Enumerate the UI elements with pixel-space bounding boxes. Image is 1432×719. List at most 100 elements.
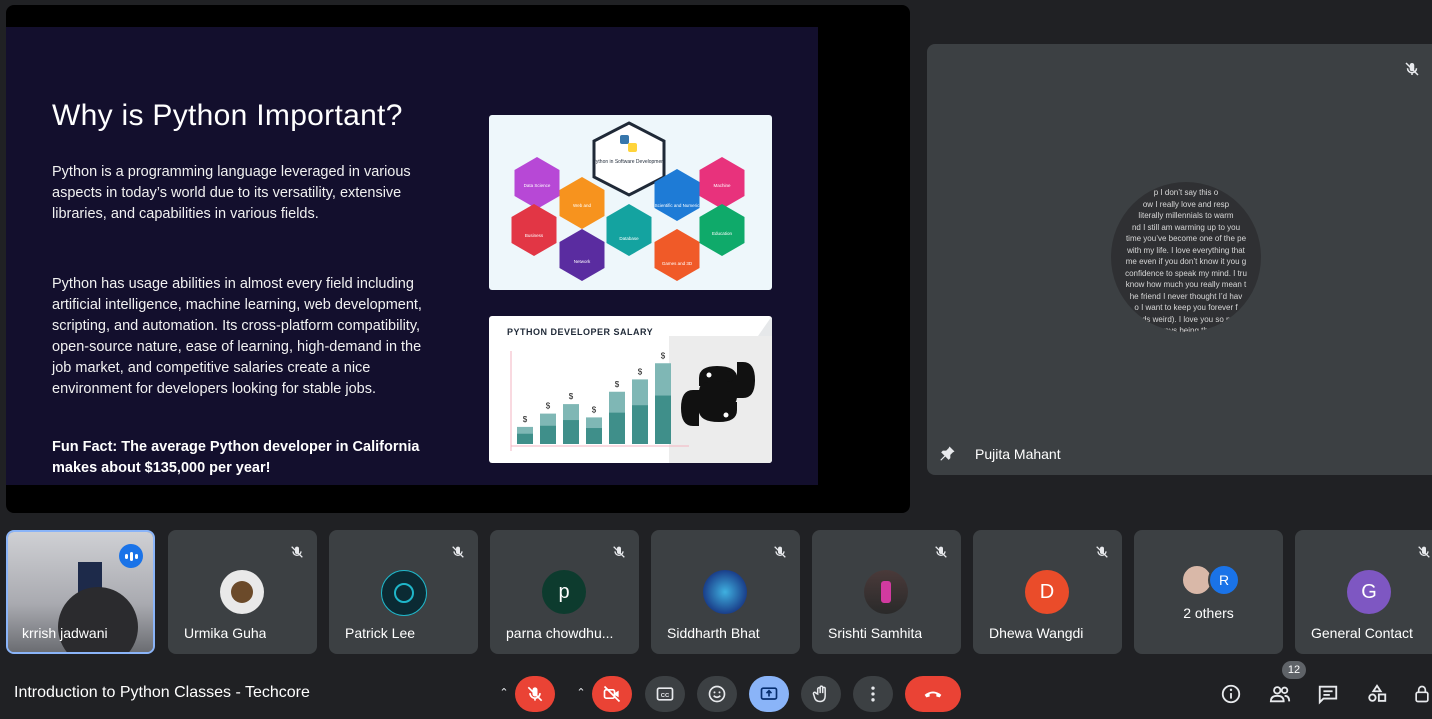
hex-database: Database — [606, 204, 652, 256]
svg-text:Scientific and Numeric: Scientific and Numeric — [655, 203, 701, 208]
participant-tile-others[interactable]: R 2 others — [1134, 530, 1283, 654]
microphone-button[interactable] — [515, 676, 555, 712]
handwriting-line: nd I still am warming up to you — [1131, 222, 1241, 232]
handwriting-line: ow I really love and resp — [1142, 199, 1230, 209]
audio-options-chevron-icon[interactable]: ⌃ — [497, 686, 511, 700]
slide-title: Why is Python Important? — [52, 99, 403, 132]
participant-avatar: G — [1347, 570, 1391, 614]
salary-bar-fill — [609, 412, 625, 444]
camera-button[interactable] — [592, 676, 632, 712]
salary-bar-label: $ — [592, 405, 597, 414]
camera-off-icon — [603, 685, 621, 703]
hex-web-dev: Web and — [559, 177, 605, 229]
svg-text:Database: Database — [619, 236, 639, 241]
participant-name: Siddharth Bhat — [667, 625, 760, 641]
handwriting-line: he friend I never thought I’d hav — [1129, 291, 1243, 301]
activities-icon[interactable] — [1366, 683, 1388, 705]
svg-text:CC: CC — [661, 693, 670, 699]
more-options-button[interactable] — [853, 676, 893, 712]
participant-avatar: p I don’t say this o ow I really love and… — [1111, 182, 1261, 332]
meeting-info-icon[interactable] — [1220, 683, 1242, 705]
meeting-title: Introduction to Python Classes - Techcor… — [14, 684, 310, 701]
more-vert-icon — [871, 686, 875, 702]
salary-bar-label: $ — [615, 380, 620, 389]
participant-avatar — [864, 570, 908, 614]
salary-bars: $ $ $ $ $ $ $ — [517, 351, 671, 444]
participant-avatar — [220, 570, 264, 614]
salary-bar-fill — [632, 405, 648, 444]
salary-chart-image: $ $ $ $ $ $ $ PYTHON DEVELOPER SALARY — [489, 316, 772, 463]
salary-bar-label: $ — [546, 402, 551, 411]
handwriting-line: rds weird). I love you so m — [1139, 314, 1233, 324]
participant-avatar: p — [542, 570, 586, 614]
pin-icon[interactable] — [937, 444, 957, 464]
svg-text:Business: Business — [525, 233, 544, 238]
hex-network: Network — [559, 229, 605, 281]
salary-title: PYTHON DEVELOPER SALARY — [507, 327, 654, 337]
participant-avatar: R — [1208, 564, 1240, 596]
salary-bar-label: $ — [661, 351, 666, 360]
handwriting-line: o I want to keep you forever f — [1134, 303, 1238, 312]
participant-avatar — [703, 570, 747, 614]
captions-icon: CC — [656, 687, 674, 701]
participant-tile[interactable]: Patrick Lee — [329, 530, 478, 654]
svg-text:Education: Education — [712, 231, 733, 236]
svg-text:Network: Network — [574, 259, 591, 264]
svg-text:Machine: Machine — [713, 183, 731, 188]
others-count: 2 others — [1183, 605, 1234, 621]
raise-hand-button[interactable] — [801, 676, 841, 712]
presentation-stage: Why is Python Important? Python is a pro… — [6, 5, 910, 513]
present-screen-button[interactable] — [749, 676, 789, 712]
people-icon[interactable] — [1268, 683, 1292, 705]
slide: Why is Python Important? Python is a pro… — [6, 27, 818, 485]
handwriting-line: me even if you don’t know it you g — [1125, 257, 1247, 266]
mic-off-icon — [291, 546, 303, 558]
leave-call-button[interactable] — [905, 676, 961, 712]
pinned-participant-tile[interactable]: p I don’t say this o ow I really love and… — [927, 44, 1432, 475]
slide-paragraph: Python is a programming language leverag… — [52, 164, 411, 222]
raise-hand-icon — [812, 685, 826, 703]
participant-tile[interactable]: p parna chowdhu... — [490, 530, 639, 654]
slide-fun-fact: Fun Fact: The average Python developer i… — [52, 439, 420, 476]
hex-business: Business — [511, 204, 557, 256]
participant-avatar: D — [1025, 570, 1069, 614]
speaking-indicator-icon — [119, 544, 143, 568]
handwriting-line: confidence to speak my mind. I tru — [1125, 268, 1247, 278]
video-options-chevron-icon[interactable]: ⌃ — [574, 686, 588, 700]
mic-off-icon — [1405, 62, 1419, 76]
salary-bar-fill — [655, 395, 671, 444]
svg-text:Data Science: Data Science — [524, 183, 551, 188]
participant-name: krrish jadwani — [22, 625, 108, 641]
emoji-icon — [708, 685, 726, 703]
participant-count-badge: 12 — [1282, 661, 1306, 679]
reactions-button[interactable] — [697, 676, 737, 712]
salary-bar-fill — [517, 433, 533, 444]
participant-avatar — [381, 570, 427, 616]
participant-tile-self[interactable]: krrish jadwani — [6, 530, 155, 654]
salary-bar-label: $ — [523, 415, 528, 424]
participant-tile[interactable]: D Dhewa Wangdi — [973, 530, 1122, 654]
participant-name: Urmika Guha — [184, 625, 267, 641]
participant-tile[interactable]: G General Contact — [1295, 530, 1432, 654]
salary-bar-label: $ — [638, 367, 643, 376]
end-call-icon — [924, 691, 942, 698]
hex-machine-learning: Machine — [699, 157, 745, 209]
participant-tile[interactable]: Siddharth Bhat — [651, 530, 800, 654]
participant-tile[interactable]: Urmika Guha — [168, 530, 317, 654]
captions-button[interactable]: CC — [645, 676, 685, 712]
participant-name: General Contact — [1311, 625, 1413, 641]
participant-name: Srishti Samhita — [828, 625, 923, 641]
mic-off-icon — [1096, 546, 1108, 558]
handwriting-line: lways being ther — [1157, 326, 1215, 332]
participant-tile[interactable]: Srishti Samhita — [812, 530, 961, 654]
salary-bar-fill — [563, 420, 579, 444]
mic-off-icon — [613, 546, 625, 558]
mic-off-icon — [935, 546, 947, 558]
hex-data-science: Data Science — [514, 157, 560, 209]
handwriting-line: with my life. I love everything that — [1127, 245, 1245, 255]
svg-text:Web and: Web and — [573, 203, 591, 208]
chat-icon[interactable] — [1317, 683, 1339, 705]
handwriting-line: know how much you really mean t — [1125, 280, 1247, 289]
host-controls-icon[interactable] — [1412, 683, 1432, 705]
handwriting-line: literally millennials to warm — [1138, 211, 1234, 220]
